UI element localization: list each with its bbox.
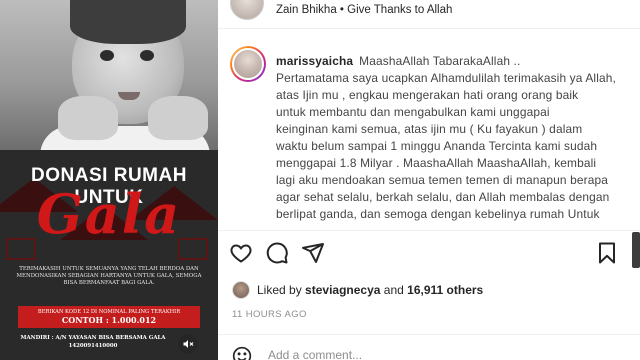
send-icon[interactable] bbox=[300, 240, 326, 266]
post-caption: marissyaicha MaashaAllah TabarakaAllah ..… bbox=[276, 53, 640, 223]
caption-line: waktu belum sampai 1 minggu Ananda Terci… bbox=[276, 139, 598, 153]
heart-icon[interactable] bbox=[228, 240, 254, 266]
divider bbox=[218, 230, 640, 231]
likes-prefix: Liked by bbox=[257, 283, 302, 297]
post-panel: Zain Bhikha • Give Thanks to Allah maris… bbox=[218, 0, 640, 360]
scrollbar[interactable] bbox=[632, 232, 640, 268]
caption-line: lagi aku mendoakan semua temen temen di … bbox=[276, 173, 608, 187]
speaker-muted-icon[interactable] bbox=[178, 334, 198, 354]
caption-line: berlipat ganda, dan semoga dengan kebeli… bbox=[276, 207, 600, 221]
banner-example: CONTOH : 1.000.012 bbox=[61, 315, 157, 325]
poster-script-name: Gala bbox=[36, 182, 182, 246]
poster-code-banner: BERIKAN KODE 12 DI NOMINAL PALING TERAKH… bbox=[18, 306, 200, 328]
caption-line: atas Ijin mu , engkau mengerakan hati or… bbox=[276, 88, 579, 102]
caption-line: Pertamatama saya ucapkan Alhamdulilah te… bbox=[276, 71, 616, 85]
caption-avatar[interactable] bbox=[230, 46, 266, 82]
post-actions bbox=[218, 236, 640, 270]
bank-account-name: MANDIRI : A/N YAYASAN BISA BERSAMA GALA bbox=[20, 335, 166, 341]
bookmark-icon[interactable] bbox=[594, 240, 620, 266]
divider bbox=[218, 334, 640, 335]
likes-connector: and bbox=[383, 283, 404, 297]
comment-icon[interactable] bbox=[264, 240, 290, 266]
donation-poster-image: DONASI RUMAH UNTUK Gala TERIMAKASIH UNTU… bbox=[0, 0, 218, 360]
poster-bank-info: MANDIRI : A/N YAYASAN BISA BERSAMA GALA … bbox=[8, 334, 178, 350]
emoji-icon[interactable] bbox=[232, 346, 252, 360]
child-photo bbox=[0, 0, 218, 150]
divider bbox=[218, 28, 640, 29]
comment-input[interactable] bbox=[268, 348, 568, 360]
caption-username[interactable]: marissyaicha bbox=[276, 54, 353, 68]
avatar[interactable] bbox=[230, 0, 264, 20]
likes-count[interactable]: 16,911 others bbox=[407, 283, 483, 297]
post-audio-label[interactable]: Zain Bhikha • Give Thanks to Allah bbox=[276, 4, 452, 16]
caption-line: untuk membantu dan mengabulkan kami ungg… bbox=[276, 105, 550, 119]
likes-summary[interactable]: Liked by steviagnecya and 16,911 others bbox=[232, 280, 483, 300]
caption-line: menggapai 1.8 Milyar . MaashaAllah Maash… bbox=[276, 156, 597, 170]
post-timestamp[interactable]: 11 HOURS AGO bbox=[232, 309, 307, 320]
caption-line: agar sehat selalu, berkah selalu, dan Al… bbox=[276, 190, 610, 204]
post-header: Zain Bhikha • Give Thanks to Allah bbox=[218, 0, 640, 26]
caption-line: MaashaAllah TabarakaAllah .. bbox=[359, 54, 521, 68]
bank-account-number: 1420091410000 bbox=[68, 343, 118, 349]
banner-instruction: BERIKAN KODE 12 DI NOMINAL PALING TERAKH… bbox=[37, 309, 181, 315]
instagram-post-view: DONASI RUMAH UNTUK Gala TERIMAKASIH UNTU… bbox=[0, 0, 640, 360]
add-comment-row bbox=[218, 340, 640, 360]
poster-body-text: TERIMAKASIH UNTUK SEMUANYA YANG TELAH BE… bbox=[16, 266, 202, 286]
likes-user[interactable]: steviagnecya bbox=[305, 283, 380, 297]
avatar[interactable] bbox=[232, 281, 250, 299]
caption-line: keinginan kami semua, atas ijin mu ( Ku … bbox=[276, 122, 583, 136]
